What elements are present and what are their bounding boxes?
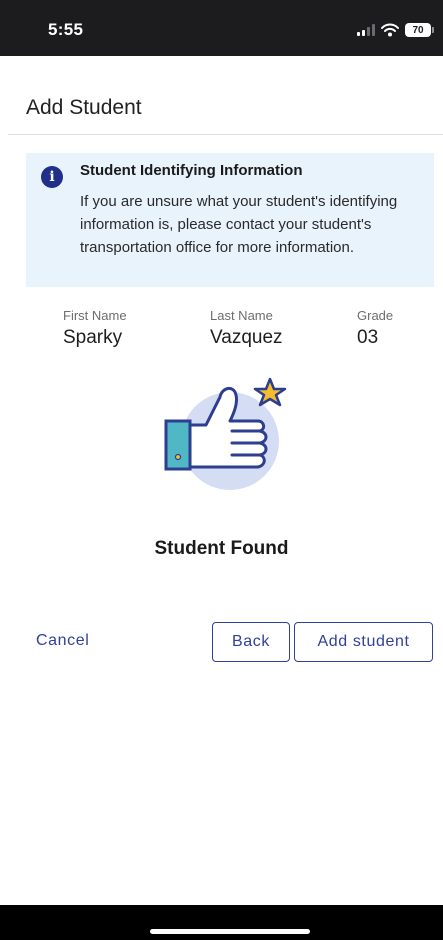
signal-icon xyxy=(357,24,375,36)
info-body: If you are unsure what your student's id… xyxy=(80,193,398,256)
status-bar: 5:55 70 xyxy=(0,0,443,56)
first-name-value: Sparky xyxy=(63,327,123,348)
info-icon: i xyxy=(41,166,63,188)
thumbs-up-star-icon xyxy=(160,373,290,493)
status-icons: 70 xyxy=(357,20,434,40)
grade-value: 03 xyxy=(357,327,379,348)
info-banner: i Student Identifying Information If you… xyxy=(26,153,434,287)
first-name-label: First Name xyxy=(63,308,127,323)
home-indicator[interactable] xyxy=(150,929,310,934)
add-student-button[interactable]: Add student xyxy=(294,622,433,662)
status-time: 5:55 xyxy=(48,20,84,39)
home-bar xyxy=(0,905,443,940)
last-name-value: Vazquez xyxy=(210,327,283,348)
battery-level: 70 xyxy=(412,24,424,36)
cancel-button[interactable]: Cancel xyxy=(36,632,89,650)
grade-label: Grade xyxy=(357,308,394,323)
info-title: Student Identifying Information xyxy=(80,162,303,179)
battery-icon: 70 xyxy=(405,23,434,37)
wifi-icon xyxy=(381,23,399,37)
last-name-label: Last Name xyxy=(210,308,273,323)
header-divider xyxy=(8,134,443,135)
back-button[interactable]: Back xyxy=(212,622,290,662)
page-title: Add Student xyxy=(26,96,142,119)
student-found-title: Student Found xyxy=(154,538,289,559)
